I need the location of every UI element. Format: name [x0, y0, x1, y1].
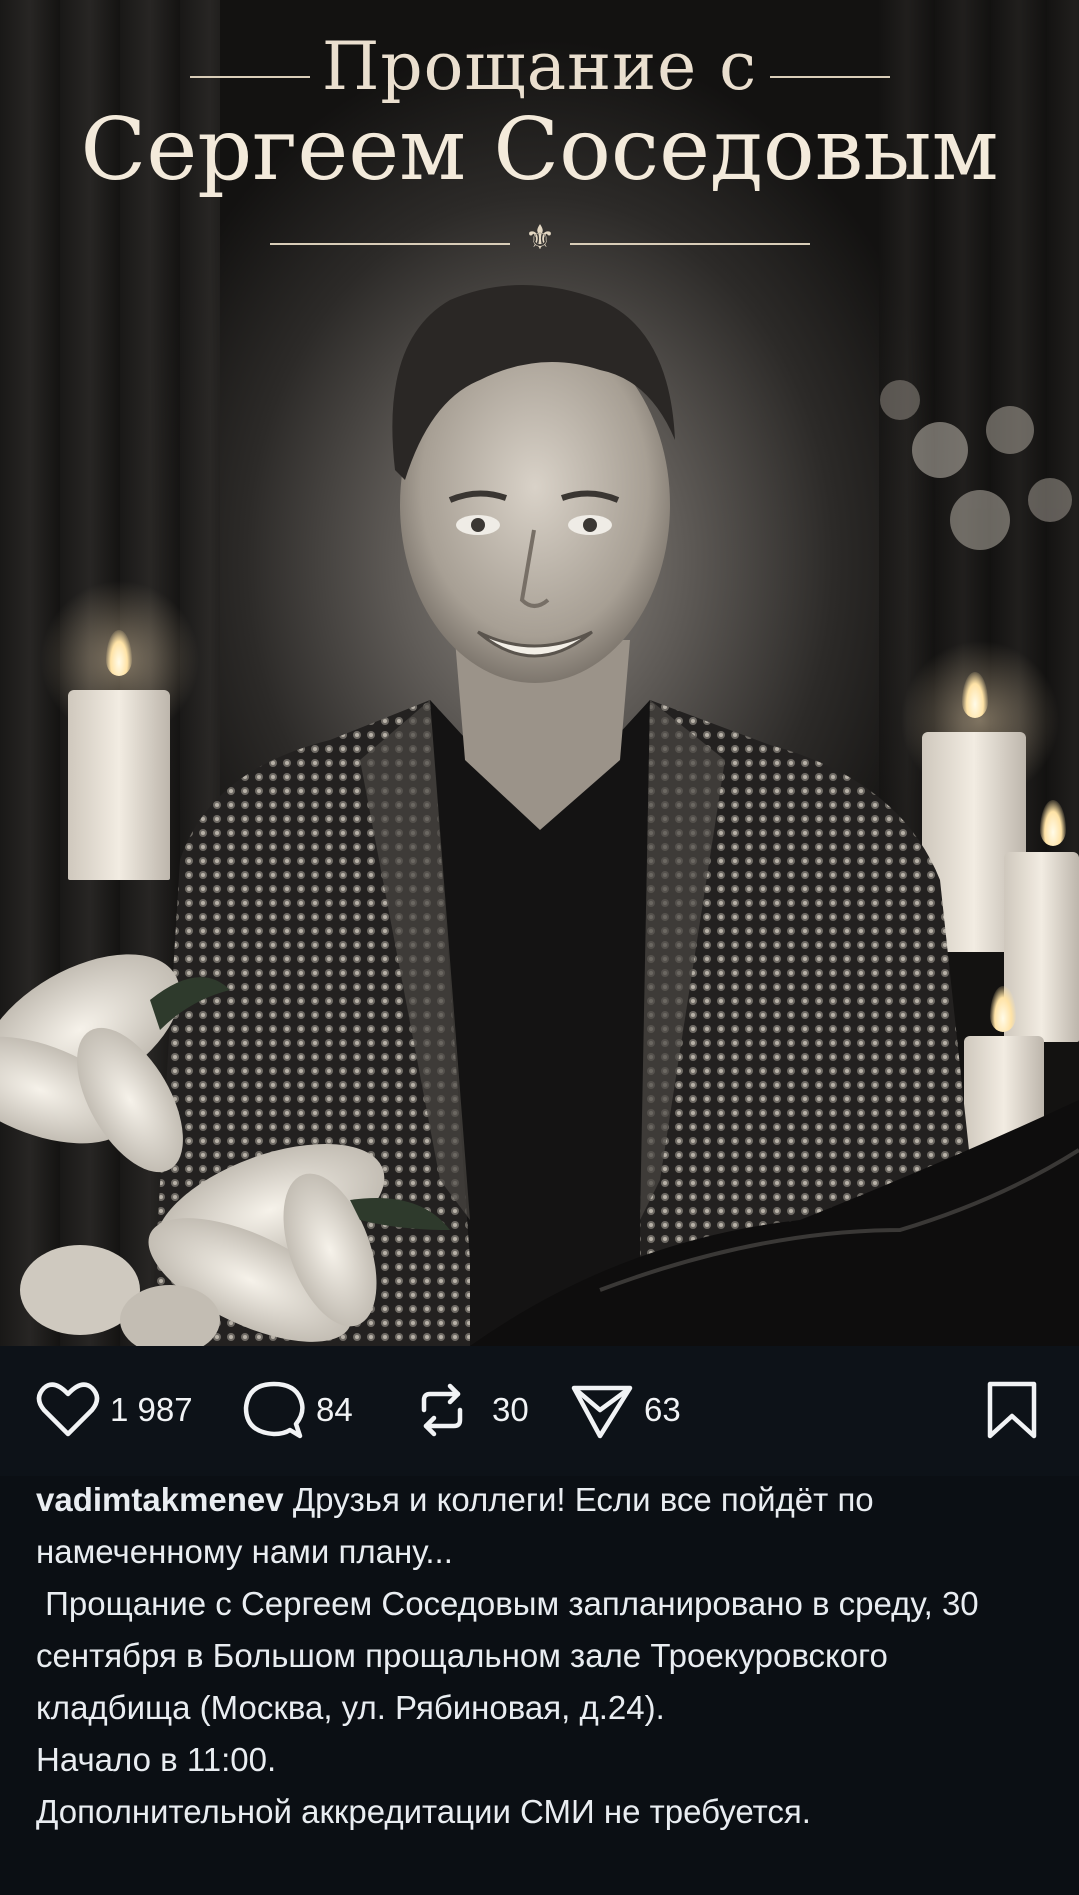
post-screen: Прощание с Сергеем Соседовым ⚜ 1 987 84 … — [0, 0, 1079, 1895]
caption-username[interactable]: vadimtakmenev — [36, 1481, 284, 1518]
caption-paragraph: Начало в 11:00. — [36, 1741, 277, 1778]
comment-bubble-icon — [243, 1381, 305, 1439]
caption-paragraph: Прощание с Сергеем Соседовым запланирова… — [36, 1585, 988, 1726]
send-icon — [571, 1385, 633, 1439]
share-button[interactable]: 63 — [570, 1380, 681, 1440]
repost-button[interactable]: 30 — [410, 1380, 529, 1440]
bookmark-button[interactable] — [984, 1380, 1040, 1440]
post-caption: vadimtakmenev Друзья и коллеги! Если все… — [36, 1474, 1046, 1838]
comment-count: 84 — [316, 1391, 353, 1428]
portrait-photo — [0, 285, 1079, 1346]
post-image[interactable]: Прощание с Сергеем Соседовым ⚜ — [0, 0, 1079, 1346]
repost-icon — [421, 1383, 463, 1437]
caption-paragraph: Дополнительной аккредитации СМИ не требу… — [36, 1793, 811, 1830]
caption-paragraph: vadimtakmenev Друзья и коллеги! Если все… — [36, 1474, 1046, 1578]
like-count: 1 987 — [110, 1391, 193, 1428]
comment-button[interactable]: 84 — [242, 1380, 353, 1440]
heart-icon — [36, 1382, 100, 1437]
like-button[interactable]: 1 987 — [36, 1380, 193, 1440]
share-count: 63 — [644, 1391, 681, 1428]
repost-count: 30 — [492, 1391, 529, 1428]
bookmark-icon — [987, 1381, 1037, 1439]
